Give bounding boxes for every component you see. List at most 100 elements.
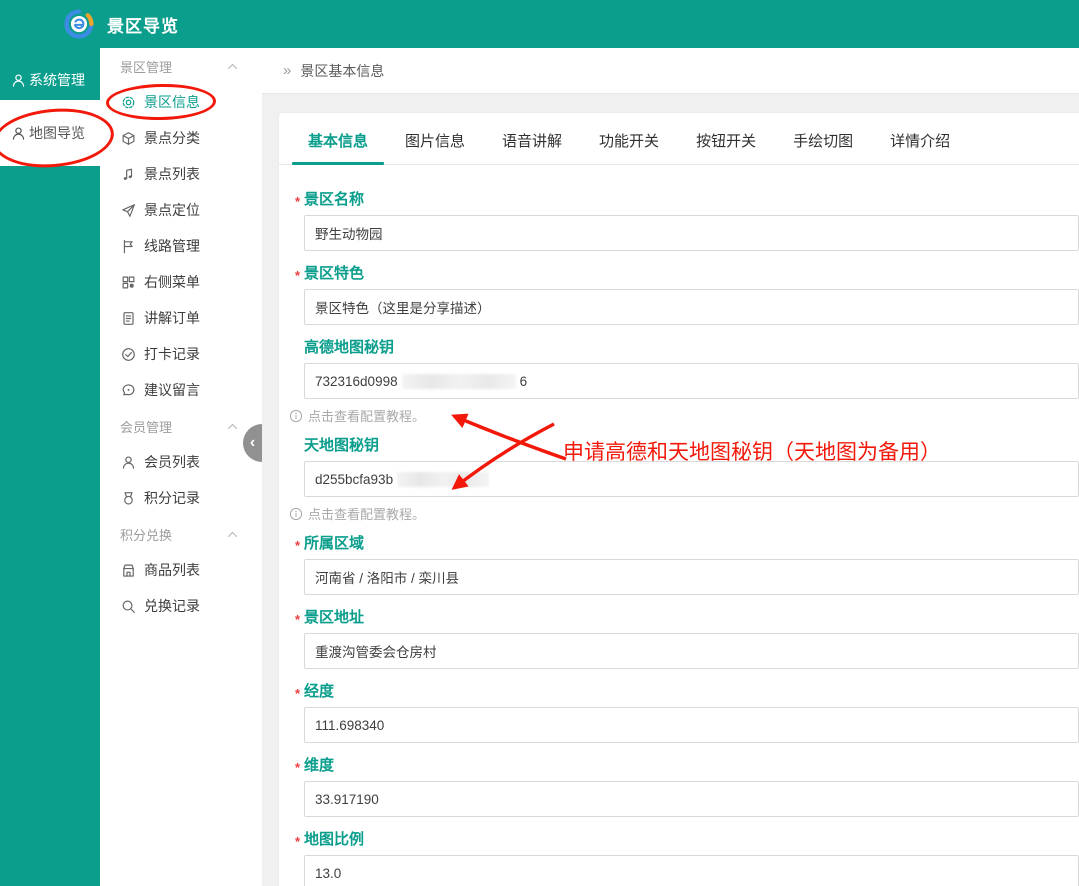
sidebar-item-label: 景点定位 [144,202,200,218]
double-chevron-icon: » [283,62,292,79]
medal-icon [120,491,137,506]
sidebar-item-spot-location[interactable]: 景点定位 [100,192,262,228]
sidebar-item-scenic-info[interactable]: 景区信息 [100,84,262,120]
sidebar-item-label: 线路管理 [144,238,200,254]
hint-text: 点击查看配置教程。 [308,507,426,522]
gear-icon [120,95,137,110]
tab-details-intro[interactable]: 详情介绍 [874,130,966,164]
sidebar-item-suggestions[interactable]: 建议留言 [100,372,262,408]
field-scenic-name: 景区名称 野生动物园 [304,191,1079,251]
shop-icon [120,563,137,578]
field-amap-key: 高德地图秘钥 732316d0998 6 点击查看配置教程。 [289,339,1079,425]
tianditu-key-input[interactable]: d255bcfa93b [304,461,1079,497]
field-label: 天地图秘钥 [304,437,380,454]
section-label: 景区管理 [120,59,173,75]
field-map-scale: 地图比例 13.0 [304,831,1079,886]
chevron-up-icon [227,531,238,538]
breadcrumb: » 景区基本信息 [262,48,1079,94]
sidebar-section-points-exchange[interactable]: 积分兑换 [100,516,262,552]
field-longitude: 经度 111.698340 [304,683,1079,743]
input-value: 732316d0998 [315,373,398,389]
tab-hand-drawn-map[interactable]: 手绘切图 [777,130,869,164]
longitude-input[interactable]: 111.698340 [304,707,1079,743]
field-label: 高德地图秘钥 [304,339,395,356]
input-value: 野生动物园 [315,227,383,242]
sidebar-item-label: 景点分类 [144,130,200,146]
tab-feature-switch[interactable]: 功能开关 [583,130,675,164]
section-label: 积分兑换 [120,527,173,543]
field-label: 景区地址 [304,609,365,626]
paper-plane-icon [120,203,137,218]
sidebar-item-label: 景点列表 [144,166,200,182]
tab-audio-guide[interactable]: 语音讲解 [486,130,578,164]
sidebar-item-spot-category[interactable]: 景点分类 [100,120,262,156]
input-value: d255bcfa93b [315,471,394,487]
sidebar-item-right-menu[interactable]: 右侧菜单 [100,264,262,300]
sidebar-item-label: 兑换记录 [144,598,200,614]
field-address: 景区地址 重渡沟管委会仓房村 [304,609,1079,669]
sidebar-item-product-list[interactable]: 商品列表 [100,552,262,588]
section-label: 会员管理 [120,419,173,435]
secondary-sidebar: 景区管理 景区信息 景点分类 景点列表 景点定位 线路管理 右侧菜单 讲解订单 … [100,48,262,886]
tab-image-info[interactable]: 图片信息 [389,130,481,164]
info-icon [289,409,303,423]
chevron-up-icon [227,63,238,70]
grid-icon [120,275,137,290]
input-value: 景区特色（这里是分享描述） [315,301,491,316]
map-scale-input[interactable]: 13.0 [304,855,1079,886]
field-scenic-feature: 景区特色 景区特色（这里是分享描述） [304,265,1079,325]
input-value: 重渡沟管委会仓房村 [315,645,437,660]
amap-key-input[interactable]: 732316d0998 6 [304,363,1079,399]
hint-text: 点击查看配置教程。 [308,409,426,424]
top-header: 景区导览 [0,0,1079,48]
field-region: 所属区域 河南省 / 洛阳市 / 栾川县 [304,535,1079,595]
sidebar-item-member-list[interactable]: 会员列表 [100,444,262,480]
document-icon [120,311,137,326]
sidebar-item-exchange-records[interactable]: 兑换记录 [100,588,262,624]
user-icon [120,455,137,470]
chevron-up-icon [227,423,238,430]
sidebar-item-label: 积分记录 [144,490,200,506]
input-value: 33.917190 [315,791,379,807]
tab-basic-info[interactable]: 基本信息 [292,130,385,165]
form-card: 基本信息 图片信息 语音讲解 功能开关 按钮开关 手绘切图 详情介绍 景区名称 … [278,112,1079,886]
field-label: 景区名称 [304,191,365,208]
tab-bar: 基本信息 图片信息 语音讲解 功能开关 按钮开关 手绘切图 详情介绍 [279,113,1079,165]
sidebar-item-label: 打卡记录 [144,346,200,362]
field-label: 维度 [304,757,335,774]
sidebar-item-points-records[interactable]: 积分记录 [100,480,262,516]
tianditu-key-tutorial-link[interactable]: 点击查看配置教程。 [289,504,1079,523]
sidebar-item-spot-list[interactable]: 景点列表 [100,156,262,192]
flag-icon [120,239,137,254]
rail-item-label: 系统管理 [29,72,85,88]
scenic-name-input[interactable]: 野生动物园 [304,215,1079,251]
sidebar-item-label: 景区信息 [144,94,200,110]
rail-item-label: 地图导览 [29,125,85,141]
tab-button-switch[interactable]: 按钮开关 [680,130,772,164]
sidebar-item-guide-orders[interactable]: 讲解订单 [100,300,262,336]
sidebar-item-label: 建议留言 [144,382,200,398]
masked-value [397,471,490,487]
masked-value [401,373,516,389]
sidebar-item-label: 会员列表 [144,454,200,470]
region-select[interactable]: 河南省 / 洛阳市 / 栾川县 [304,559,1079,595]
info-icon [289,507,303,521]
sidebar-item-route-management[interactable]: 线路管理 [100,228,262,264]
input-value: 6 [519,373,528,389]
sidebar-item-checkin-records[interactable]: 打卡记录 [100,336,262,372]
amap-key-tutorial-link[interactable]: 点击查看配置教程。 [289,406,1079,425]
rail-item-map-guide[interactable]: 地图导览 [0,100,100,166]
address-input[interactable]: 重渡沟管委会仓房村 [304,633,1079,669]
sidebar-section-scenic-management[interactable]: 景区管理 [100,48,262,84]
scenic-feature-input[interactable]: 景区特色（这里是分享描述） [304,289,1079,325]
music-note-icon [120,167,137,182]
basic-info-form: 景区名称 野生动物园 景区特色 景区特色（这里是分享描述） 高德地图秘钥 732… [279,165,1079,886]
sidebar-section-member-management[interactable]: 会员管理 [100,408,262,444]
field-label: 景区特色 [304,265,365,282]
user-icon [11,126,26,141]
rail-item-system-management[interactable]: 系统管理 [0,60,100,100]
latitude-input[interactable]: 33.917190 [304,781,1079,817]
field-label: 所属区域 [304,535,365,552]
field-label: 经度 [304,683,335,700]
input-value: 13.0 [315,865,342,881]
